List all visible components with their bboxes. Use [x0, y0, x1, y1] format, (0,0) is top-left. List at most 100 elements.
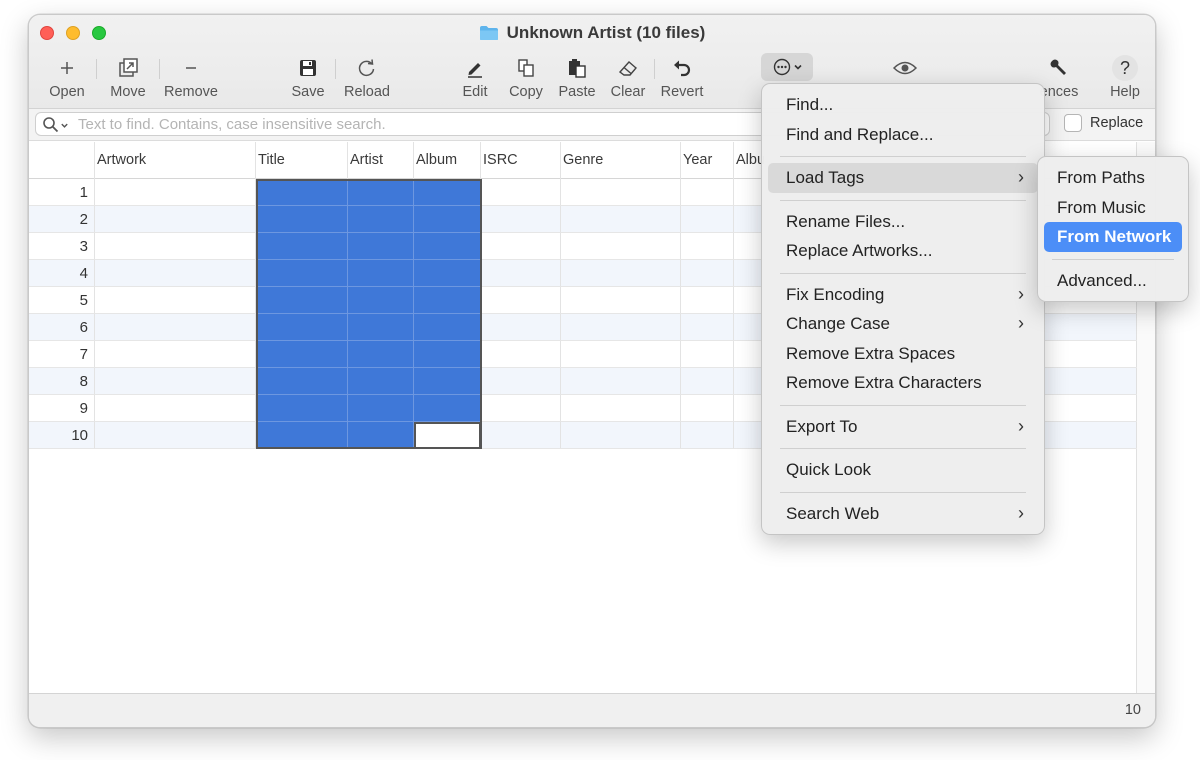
menu-item-remove-extra-characters[interactable]: Remove Extra Characters: [768, 368, 1038, 398]
submenu-item-from-network[interactable]: From Network: [1044, 222, 1182, 252]
column-header-isrc[interactable]: ISRC: [481, 142, 561, 179]
more-actions-button[interactable]: [761, 53, 813, 81]
table-cell[interactable]: [414, 260, 481, 287]
table-cell[interactable]: [348, 233, 414, 260]
table-cell[interactable]: [414, 206, 481, 233]
table-cell[interactable]: [481, 287, 561, 314]
menu-item-load-tags[interactable]: Load Tags ›: [768, 163, 1038, 193]
table-cell[interactable]: [561, 368, 681, 395]
table-cell[interactable]: [561, 287, 681, 314]
table-cell[interactable]: [561, 260, 681, 287]
table-cell[interactable]: [481, 206, 561, 233]
table-cell[interactable]: [681, 341, 734, 368]
table-cell[interactable]: [681, 314, 734, 341]
table-cell[interactable]: [481, 179, 561, 206]
table-cell[interactable]: [561, 179, 681, 206]
menu-item-fix-encoding[interactable]: Fix Encoding ›: [768, 280, 1038, 310]
table-cell[interactable]: [95, 287, 256, 314]
table-cell[interactable]: [681, 368, 734, 395]
menu-item-rename-files[interactable]: Rename Files...: [768, 207, 1038, 237]
table-cell[interactable]: [348, 287, 414, 314]
edit-button[interactable]: Edit: [458, 55, 492, 107]
table-cell[interactable]: [481, 314, 561, 341]
replace-checkbox[interactable]: [1064, 114, 1082, 132]
table-cell[interactable]: [348, 341, 414, 368]
table-cell[interactable]: [681, 179, 734, 206]
table-cell[interactable]: [95, 260, 256, 287]
table-cell[interactable]: [348, 260, 414, 287]
table-cell[interactable]: [561, 314, 681, 341]
table-cell[interactable]: [256, 206, 348, 233]
column-header-artist[interactable]: Artist: [348, 142, 414, 179]
column-header-year[interactable]: Year: [681, 142, 734, 179]
table-cell[interactable]: [95, 314, 256, 341]
table-cell[interactable]: [256, 260, 348, 287]
help-button[interactable]: ? Help: [1107, 55, 1143, 107]
column-header-genre[interactable]: Genre: [561, 142, 681, 179]
revert-button[interactable]: Revert: [657, 55, 707, 107]
submenu-item-from-paths[interactable]: From Paths: [1044, 163, 1182, 193]
submenu-item-advanced[interactable]: Advanced...: [1044, 266, 1182, 296]
menu-item-replace-artworks[interactable]: Replace Artworks...: [768, 236, 1038, 266]
table-cell[interactable]: [95, 395, 256, 422]
column-header-album[interactable]: Album: [414, 142, 481, 179]
open-button[interactable]: Open: [47, 55, 87, 107]
table-cell[interactable]: [95, 422, 256, 449]
submenu-item-from-music[interactable]: From Music: [1044, 193, 1182, 223]
menu-item-search-web[interactable]: Search Web ›: [768, 499, 1038, 529]
table-cell[interactable]: [348, 422, 414, 449]
search-input[interactable]: [78, 114, 728, 134]
table-cell[interactable]: [481, 395, 561, 422]
table-cell[interactable]: [414, 395, 481, 422]
search-menu[interactable]: [42, 116, 69, 134]
menu-item-change-case[interactable]: Change Case ›: [768, 309, 1038, 339]
menu-item-find-replace[interactable]: Find and Replace...: [768, 120, 1038, 150]
table-cell[interactable]: [481, 368, 561, 395]
save-button[interactable]: Save: [290, 55, 326, 107]
table-cell[interactable]: [561, 233, 681, 260]
menu-item-export-to[interactable]: Export To ›: [768, 412, 1038, 442]
table-cell[interactable]: [681, 395, 734, 422]
table-cell[interactable]: [348, 314, 414, 341]
table-cell[interactable]: [256, 314, 348, 341]
table-cell[interactable]: [414, 368, 481, 395]
table-cell[interactable]: [256, 422, 348, 449]
table-cell[interactable]: [681, 233, 734, 260]
table-cell[interactable]: [481, 341, 561, 368]
table-cell[interactable]: [256, 341, 348, 368]
table-cell[interactable]: [681, 422, 734, 449]
table-cell[interactable]: [256, 395, 348, 422]
table-cell[interactable]: [681, 287, 734, 314]
table-cell[interactable]: [681, 206, 734, 233]
column-header-artwork[interactable]: Artwork: [95, 142, 256, 179]
table-cell[interactable]: [414, 179, 481, 206]
table-cell[interactable]: [414, 287, 481, 314]
copy-button[interactable]: Copy: [505, 55, 547, 107]
table-cell[interactable]: [256, 179, 348, 206]
replace-option[interactable]: Replace: [1064, 114, 1143, 132]
reload-button[interactable]: Reload: [343, 55, 391, 107]
table-cell[interactable]: [481, 422, 561, 449]
table-cell[interactable]: [95, 206, 256, 233]
table-cell[interactable]: [348, 368, 414, 395]
table-cell[interactable]: [561, 395, 681, 422]
table-cell[interactable]: [348, 206, 414, 233]
table-cell[interactable]: [95, 233, 256, 260]
table-cell[interactable]: [414, 422, 481, 449]
table-cell[interactable]: [95, 341, 256, 368]
table-cell[interactable]: [414, 341, 481, 368]
table-cell[interactable]: [481, 260, 561, 287]
table-cell[interactable]: [256, 233, 348, 260]
menu-item-find[interactable]: Find...: [768, 90, 1038, 120]
table-cell[interactable]: [348, 395, 414, 422]
clear-button[interactable]: Clear: [607, 55, 649, 107]
column-header-title[interactable]: Title: [256, 142, 348, 179]
table-cell[interactable]: [481, 233, 561, 260]
table-cell[interactable]: [95, 179, 256, 206]
table-cell[interactable]: [256, 287, 348, 314]
table-cell[interactable]: [561, 341, 681, 368]
move-button[interactable]: Move: [107, 55, 149, 107]
menu-item-remove-extra-spaces[interactable]: Remove Extra Spaces: [768, 339, 1038, 369]
table-cell[interactable]: [414, 314, 481, 341]
table-cell[interactable]: [414, 233, 481, 260]
